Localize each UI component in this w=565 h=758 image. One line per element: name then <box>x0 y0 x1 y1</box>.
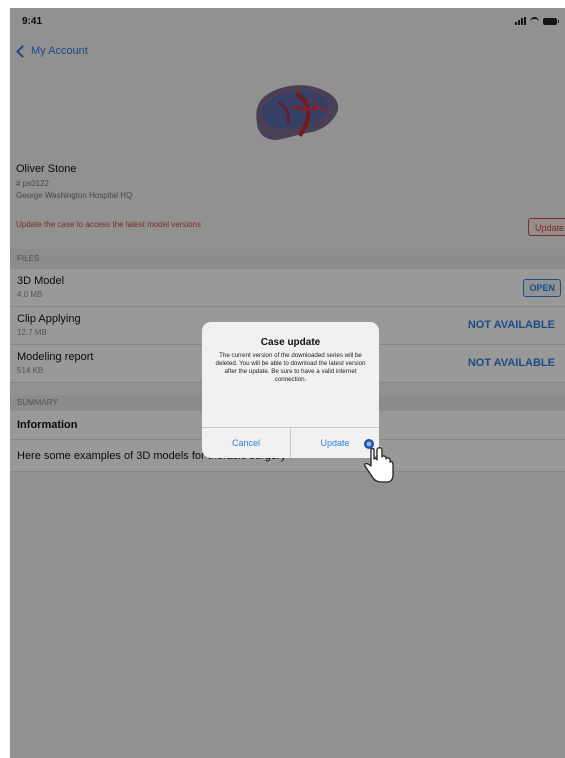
pointer-hand-icon <box>364 439 394 483</box>
cancel-button[interactable]: Cancel <box>202 428 290 458</box>
device-screen: 9:41 My Account Oliver Stone # ps0122 Ge… <box>10 8 565 758</box>
alert-message: The current version of the downloaded se… <box>215 352 366 383</box>
alert-title: Case update <box>260 337 321 348</box>
case-update-alert: Case update The current version of the d… <box>202 322 379 458</box>
